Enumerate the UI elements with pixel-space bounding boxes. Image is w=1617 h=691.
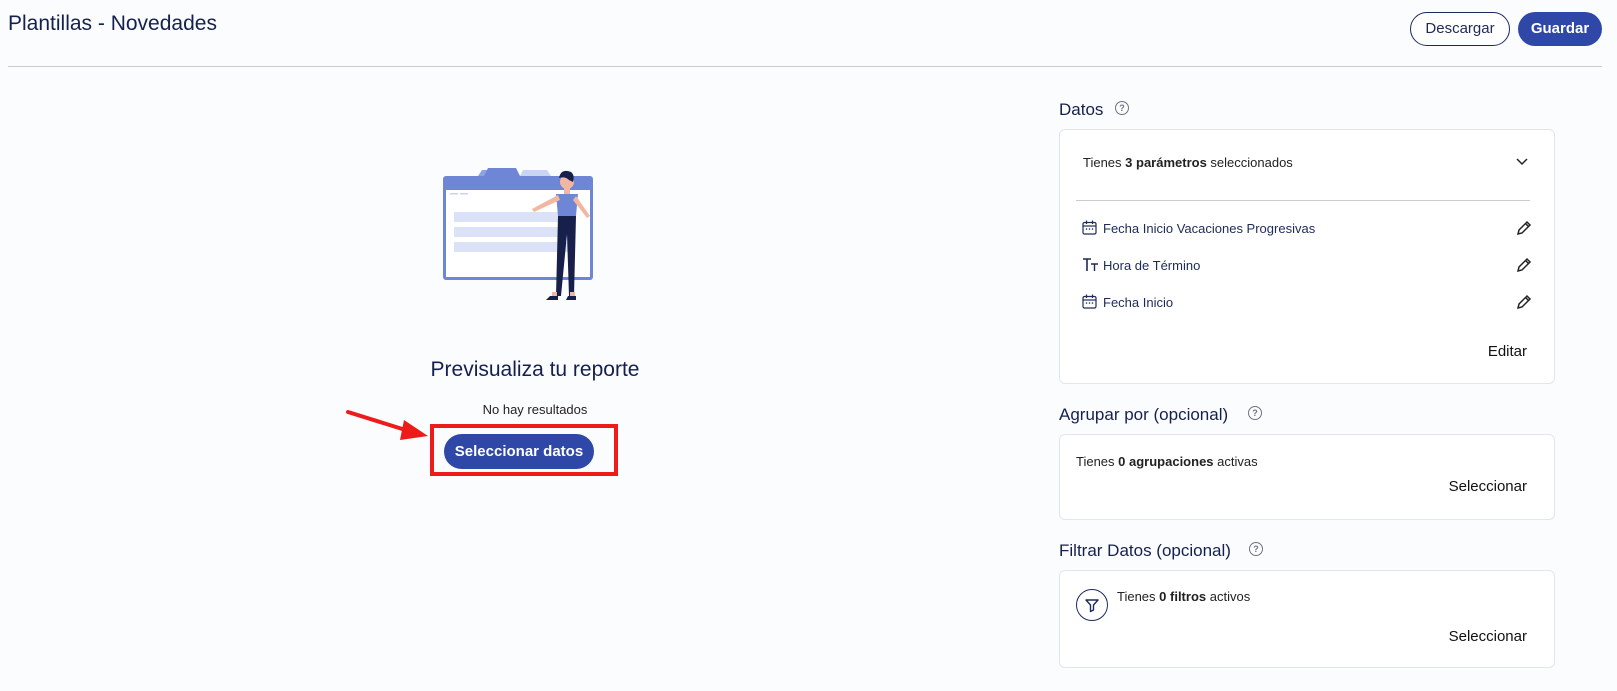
filter-icon [1076, 589, 1108, 621]
filtrar-help-icon[interactable]: ? [1249, 542, 1263, 556]
save-button[interactable]: Guardar [1518, 12, 1602, 46]
param-row[interactable]: Fecha Inicio Vacaciones Progresivas [1082, 219, 1532, 239]
page-title: Plantillas - Novedades [8, 12, 217, 35]
pencil-icon[interactable] [1516, 220, 1532, 236]
datos-help-icon[interactable]: ? [1115, 101, 1129, 115]
download-button[interactable]: Descargar [1410, 12, 1510, 46]
select-data-button[interactable]: Seleccionar datos [444, 434, 594, 469]
param-label: Fecha Inicio Vacaciones Progresivas [1103, 221, 1316, 236]
edit-params-link[interactable]: Editar [1488, 343, 1527, 360]
agrupar-section-title: Agrupar por (opcional) [1059, 405, 1229, 424]
param-row[interactable]: Fecha Inicio [1082, 293, 1532, 313]
agrupar-select-link[interactable]: Seleccionar [1449, 478, 1527, 495]
param-label: Fecha Inicio [1103, 295, 1174, 310]
preview-title: Previsualiza tu reporte [430, 358, 640, 381]
filtrar-select-link[interactable]: Seleccionar [1449, 628, 1527, 645]
header: Plantillas - Novedades Descargar Guardar [0, 0, 1617, 68]
agrupar-summary: Tienes 0 agrupaciones activas [1076, 454, 1258, 469]
filtrar-card: Tienes 0 filtros activos Seleccionar [1059, 570, 1555, 668]
empty-report-illustration [440, 160, 600, 315]
datos-divider [1076, 200, 1530, 201]
pencil-icon[interactable] [1516, 294, 1532, 310]
agrupar-card: Tienes 0 agrupaciones activas Selecciona… [1059, 434, 1555, 520]
annotation-arrow-icon [346, 410, 428, 440]
param-row[interactable]: Hora de Término [1082, 256, 1532, 276]
header-divider [8, 66, 1602, 67]
datos-summary: Tienes 3 parámetros seleccionados [1083, 155, 1293, 170]
report-illustration-icon [443, 168, 593, 300]
calendar-icon [1082, 294, 1097, 309]
pencil-icon[interactable] [1516, 257, 1532, 273]
param-label: Hora de Término [1103, 258, 1201, 273]
filtrar-summary: Tienes 0 filtros activos [1117, 589, 1251, 604]
calendar-icon [1082, 220, 1097, 235]
chevron-down-icon[interactable] [1516, 158, 1528, 166]
datos-card: Tienes 3 parámetros seleccionados Fecha … [1059, 129, 1555, 384]
filtrar-section-title: Filtrar Datos (opcional) [1059, 541, 1231, 560]
agrupar-help-icon[interactable]: ? [1248, 406, 1262, 420]
text-type-icon [1083, 258, 1098, 271]
datos-section-title: Datos [1059, 100, 1104, 119]
